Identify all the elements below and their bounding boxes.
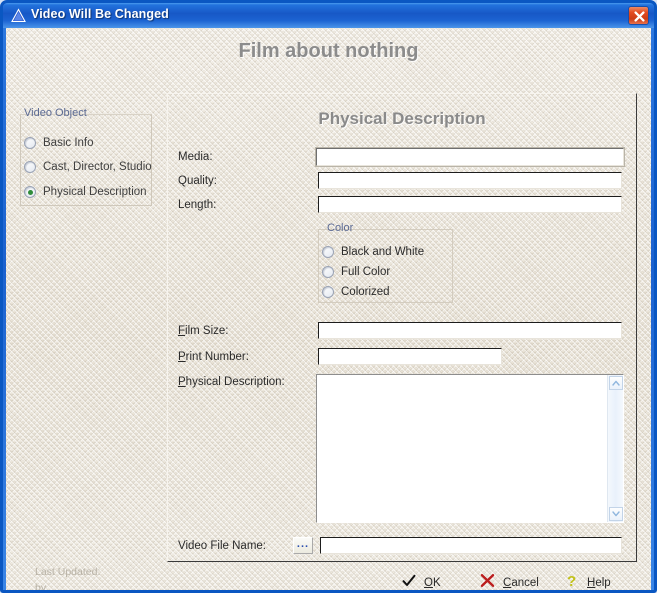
print-number-label: Print Number:: [178, 351, 249, 363]
film-size-label-rest: ilm Size:: [185, 325, 229, 337]
color-group-label: Color: [327, 222, 354, 234]
print-number-input[interactable]: [318, 348, 502, 365]
ok-accel: O: [424, 577, 433, 589]
video-object-group-label: Video Object: [24, 107, 87, 119]
ok-button-label: OK: [424, 577, 441, 589]
page-title: Film about nothing: [238, 40, 419, 62]
radio-black-and-white-icon: [322, 245, 334, 258]
length-input[interactable]: [318, 196, 622, 213]
browse-file-button[interactable]: ...: [293, 537, 313, 554]
panel-title: Physical Description: [318, 109, 486, 128]
ok-button[interactable]: OK: [402, 574, 441, 590]
physical-description-textarea[interactable]: [317, 375, 607, 522]
sidebar-item-cast-director-studio[interactable]: Cast, Director, Studio: [24, 159, 152, 175]
sidebar-item-physical-description[interactable]: Physical Description: [24, 184, 147, 200]
media-input[interactable]: [316, 148, 624, 166]
radio-label: Black and White: [341, 245, 425, 258]
film-size-input[interactable]: [318, 322, 622, 339]
triangle-warning-icon: [11, 8, 26, 23]
client-area: Film about nothing Video Object Basic In…: [6, 28, 651, 590]
chevron-up-icon[interactable]: [609, 376, 623, 390]
chevron-down-icon[interactable]: [609, 507, 623, 521]
physical-description-accel: P: [178, 376, 186, 388]
radio-full-color-icon: [322, 265, 334, 278]
radio-basic-info-icon: [24, 137, 36, 149]
radio-physical-description-icon: [24, 186, 36, 198]
video-file-name-input[interactable]: [320, 537, 622, 554]
radio-colorized[interactable]: Colorized: [322, 284, 390, 299]
dialog-window: Video Will Be Changed Film about nothing…: [0, 0, 657, 593]
sidebar-item-label: Physical Description: [43, 186, 147, 198]
last-updated-label: Last Updated:: [35, 566, 101, 578]
radio-label: Colorized: [341, 285, 390, 298]
svg-text:?: ?: [567, 573, 576, 588]
quality-label: Quality:: [178, 175, 217, 187]
length-label: Length:: [178, 199, 217, 211]
print-number-accel: P: [178, 351, 186, 363]
physical-description-scrollbar[interactable]: [607, 375, 623, 522]
physical-description-textarea-wrapper: [316, 374, 624, 523]
physical-description-label-rest: hysical Description:: [185, 376, 285, 388]
cancel-button-label: Cancel: [503, 577, 539, 589]
radio-cast-director-studio-icon: [24, 161, 36, 173]
print-number-label-rest: rint Number:: [185, 351, 249, 363]
cancel-button[interactable]: Cancel: [480, 574, 539, 590]
sidebar-item-label: Cast, Director, Studio: [43, 161, 152, 173]
updated-by-label: by: [35, 582, 47, 590]
physical-description-panel: Physical Description Media: Quality: Len…: [167, 93, 637, 562]
sidebar-item-basic-info[interactable]: Basic Info: [24, 135, 94, 151]
radio-black-and-white[interactable]: Black and White: [322, 244, 424, 259]
video-file-name-label: Video File Name:: [178, 540, 266, 552]
radio-full-color[interactable]: Full Color: [322, 264, 390, 279]
question-mark-icon: ?: [566, 573, 579, 590]
title-bar: Video Will Be Changed: [3, 3, 654, 28]
help-button[interactable]: ? Help: [566, 573, 611, 590]
help-rest: elp: [595, 577, 611, 589]
radio-colorized-icon: [322, 285, 334, 298]
help-button-label: Help: [587, 577, 611, 589]
x-icon: [480, 573, 495, 590]
window-title: Video Will Be Changed: [31, 7, 169, 21]
film-size-accel: F: [178, 325, 186, 337]
check-icon: [402, 574, 416, 591]
sidebar-item-label: Basic Info: [43, 137, 94, 149]
radio-label: Full Color: [341, 265, 391, 278]
ok-rest: K: [432, 577, 441, 589]
physical-description-label: Physical Description:: [178, 376, 285, 388]
film-size-label: Film Size:: [178, 325, 228, 337]
media-label: Media:: [178, 151, 213, 163]
close-button[interactable]: [628, 6, 649, 25]
cancel-rest: ancel: [511, 577, 539, 589]
quality-input[interactable]: [318, 172, 622, 189]
